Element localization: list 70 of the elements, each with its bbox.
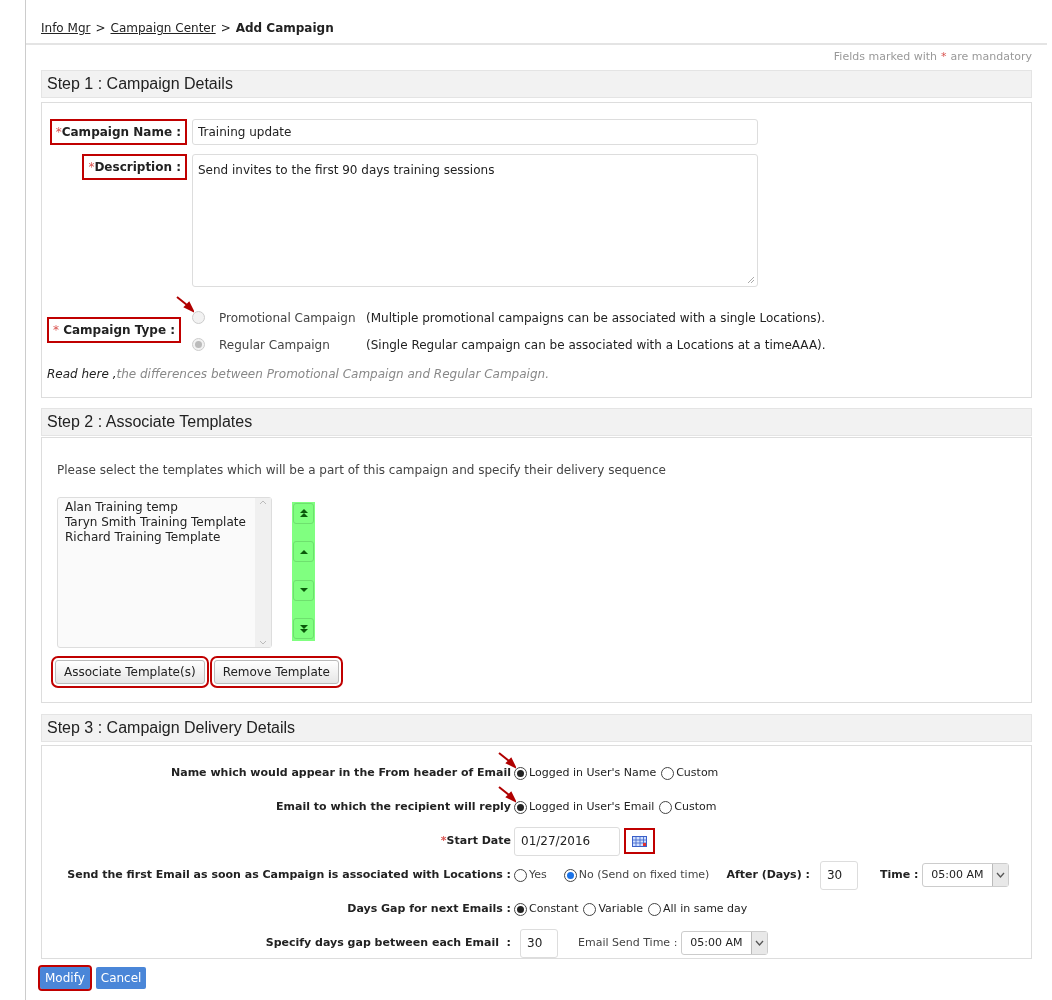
text-field[interactable]: 01/27/2016 (514, 826, 620, 856)
radio-button[interactable] (661, 766, 675, 780)
option-note: (Single Regular campaign can be associated with a Locations at a timeAAA). (366, 336, 826, 354)
row-label: Email to which the recipient will reply (276, 798, 511, 815)
instruction-text: Please select the templates which will be a part of this campaign and specify their delivery sequence (57, 461, 667, 479)
breadcrumb-separator: > (220, 20, 231, 37)
text-field[interactable]: 30 (819, 860, 858, 890)
calendar-icon (632, 835, 647, 847)
radio-button[interactable] (514, 868, 527, 882)
form-button[interactable]: Cancel (95, 966, 147, 989)
list-item[interactable]: Richard Training Template (65, 529, 248, 545)
radio-button[interactable] (563, 868, 577, 882)
field-label: *Description : (82, 153, 187, 180)
breadcrumb-link[interactable]: Info Mgr (41, 19, 91, 37)
row-label: *Start Date (440, 832, 511, 849)
radio-button[interactable] (659, 800, 673, 814)
order-button[interactable] (293, 502, 314, 524)
breadcrumb-link[interactable]: Campaign Center (110, 19, 216, 37)
row-label: Name which would appear in the From header of Email (171, 764, 511, 781)
row-label: Days Gap for next Emails : (347, 900, 511, 917)
radio-button[interactable] (514, 800, 527, 814)
mandatory-note: are mandatory (950, 49, 1032, 65)
row-label: Specify days gap between each Email : (265, 934, 511, 951)
radio-label: Custom (674, 798, 717, 815)
inline-label: After (Days) : (726, 866, 810, 883)
radio-button[interactable] (583, 902, 597, 916)
radio-label: Variable (598, 900, 643, 917)
chevron-down-icon (754, 940, 764, 946)
inline-label: Time : (879, 866, 919, 883)
breadcrumb-current: Add Campaign (235, 20, 334, 37)
order-button[interactable] (293, 579, 314, 601)
radio-label: No (Send on fixed time) (578, 866, 710, 883)
time-select[interactable]: 05:00 AM (922, 863, 1009, 887)
resize-grip-icon (747, 275, 755, 284)
order-button[interactable] (293, 541, 314, 563)
calendar-button[interactable] (624, 828, 655, 854)
campaign-name-field[interactable]: Training update (192, 118, 758, 145)
radio-label: Logged in User's Email (529, 798, 655, 815)
read-here-link[interactable]: Read here , (47, 364, 117, 383)
form-button[interactable]: Modify (40, 966, 90, 989)
list-item[interactable]: Taryn Smith Training Template (65, 514, 248, 530)
list-item[interactable]: Alan Training temp (65, 499, 248, 515)
order-button[interactable] (293, 618, 314, 640)
text-field[interactable]: 30 (520, 928, 558, 958)
radio-label: Constant (529, 900, 579, 917)
section-header: Step 2 : Associate Templates (41, 407, 1032, 436)
field-label: *Campaign Name : (49, 118, 187, 145)
breadcrumb-separator: > (95, 20, 106, 37)
time-select[interactable]: 05:00 AM (681, 931, 768, 955)
option-note: (Multiple promotional campaigns can be associated with a single Locations). (366, 309, 826, 327)
section-header: Step 3 : Campaign Delivery Details (41, 713, 1032, 742)
description-field[interactable]: Send invites to the first 90 days training sessions (192, 153, 758, 287)
section-header: Step 1 : Campaign Details (41, 69, 1032, 98)
radio-label: Logged in User's Name (529, 764, 657, 781)
radio-label: All in same day (663, 900, 748, 917)
radio-button[interactable] (514, 902, 527, 916)
radio-label: Regular Campaign (219, 336, 331, 354)
help-text: the differences between Promotional Campaign and Regular Campaign. (116, 365, 549, 383)
row-label: Send the first Email as soon as Campaign is associated with Locations : (67, 866, 511, 883)
radio-button[interactable] (514, 766, 527, 780)
mandatory-note: Fields marked with (833, 49, 937, 65)
required-mark: * (941, 49, 947, 65)
radio-button[interactable] (648, 902, 661, 916)
inline-label: Email Send Time : (578, 934, 678, 951)
radio-label: Promotional Campaign (219, 309, 357, 327)
radio-label: Yes (529, 866, 547, 883)
template-list[interactable]: Alan Training temp Taryn Smith Training Template Richard Training Template (57, 496, 272, 648)
chevron-down-icon (995, 872, 1005, 878)
field-label: * Campaign Type : (47, 316, 181, 343)
radio-label: Custom (676, 764, 719, 781)
